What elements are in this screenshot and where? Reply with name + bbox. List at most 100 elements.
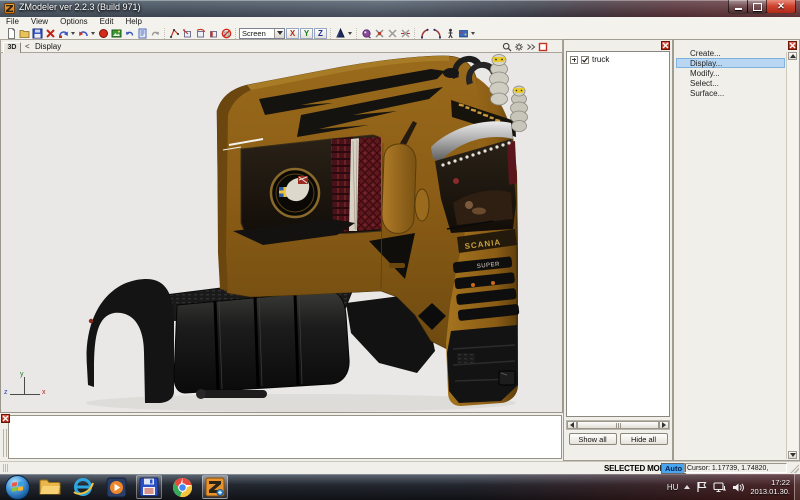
scene-tree-list[interactable]: truck <box>566 51 670 417</box>
viewport-header: 3D < Display <box>0 39 563 53</box>
scroll-up-icon[interactable] <box>788 52 797 60</box>
command-panel-scrollbar[interactable] <box>786 52 798 459</box>
pivot-tool-icon[interactable] <box>168 28 180 39</box>
new-file-icon[interactable] <box>5 28 17 39</box>
axis-y-button[interactable]: Y <box>300 28 313 39</box>
output-panel-close-button[interactable] <box>1 414 10 423</box>
show-desktop-button[interactable] <box>794 474 800 500</box>
redo-dropdown-icon[interactable] <box>71 32 75 35</box>
snapshot-icon[interactable] <box>110 28 122 39</box>
scrollbar-thumb[interactable] <box>577 421 659 429</box>
tray-expand-icon[interactable] <box>684 485 690 489</box>
menu-edit[interactable]: Edit <box>94 17 120 27</box>
menu-file[interactable]: File <box>0 17 25 27</box>
scene-tree-close-button[interactable] <box>661 41 670 50</box>
status-auto-badge[interactable]: Auto <box>661 463 686 474</box>
command-display[interactable]: Display... <box>676 58 785 68</box>
menu-options[interactable]: Options <box>54 17 94 27</box>
cone-tool-icon[interactable] <box>334 28 346 39</box>
minimize-button[interactable] <box>728 0 748 14</box>
taskbar-clock[interactable]: 17:22 2013.01.30. <box>750 478 790 496</box>
screen-selector-value: Screen <box>240 29 274 38</box>
command-create[interactable]: Create... <box>676 48 785 58</box>
taskbar-floppy-app[interactable] <box>136 475 162 499</box>
expand-plus-icon[interactable] <box>570 56 578 64</box>
redo-icon[interactable] <box>57 28 69 39</box>
undo-icon[interactable] <box>77 28 89 39</box>
zmodeler-icon <box>205 477 225 497</box>
bones-tool-icon[interactable] <box>418 28 430 39</box>
taskbar-zmodeler[interactable] <box>202 475 228 499</box>
command-select[interactable]: Select... <box>676 78 785 88</box>
viewport-view-name[interactable]: Display <box>35 42 61 51</box>
command-surface[interactable]: Surface... <box>676 88 785 98</box>
open-file-icon[interactable] <box>18 28 30 39</box>
cone-dropdown-icon[interactable] <box>348 32 352 35</box>
screen-selector-dropdown[interactable] <box>274 29 284 38</box>
rotate-box-icon[interactable] <box>194 28 206 39</box>
bones-edit-icon[interactable] <box>431 28 443 39</box>
undo-small-icon[interactable] <box>123 28 135 39</box>
speaker-icon[interactable] <box>732 482 744 493</box>
taskbar-chrome[interactable] <box>169 475 195 499</box>
scroll-left-icon[interactable] <box>567 421 577 429</box>
taskbar-explorer[interactable] <box>37 475 63 499</box>
record-icon[interactable] <box>97 28 109 39</box>
weld-vertices-icon[interactable] <box>373 28 385 39</box>
show-all-button[interactable]: Show all <box>569 433 617 445</box>
network-icon[interactable] <box>713 482 726 493</box>
viewport-mode-button[interactable]: 3D <box>3 42 21 54</box>
status-grip <box>3 464 4 472</box>
scale-box-icon[interactable] <box>207 28 219 39</box>
viewport-3d[interactable]: SCANIA SUPER y z x <box>0 53 563 413</box>
command-modify[interactable]: Modify... <box>676 68 785 78</box>
axis-tool-group: Screen X Y Z <box>235 28 330 39</box>
local-axes-box-icon[interactable] <box>181 28 193 39</box>
viewport-header-icons <box>502 42 548 52</box>
scroll-right-icon[interactable] <box>659 421 669 429</box>
truck-model: SCANIA SUPER <box>1 53 563 413</box>
bones-dropdown-icon[interactable] <box>471 32 475 35</box>
notes-icon[interactable] <box>136 28 148 39</box>
screen-selector[interactable]: Screen <box>239 28 285 39</box>
tree-horizontal-scrollbar[interactable] <box>566 420 670 430</box>
viewport-back-button[interactable]: < <box>25 42 30 51</box>
zoom-icon[interactable] <box>502 42 512 52</box>
skeleton-tool-icon[interactable] <box>444 28 456 39</box>
maximize-view-icon[interactable] <box>538 42 548 52</box>
windows-flag-icon <box>12 481 23 492</box>
output-panel-content[interactable] <box>8 415 562 459</box>
menu-help[interactable]: Help <box>119 17 147 27</box>
menu-view[interactable]: View <box>25 17 54 27</box>
break-vertices-icon[interactable] <box>399 28 411 39</box>
taskbar-media-player[interactable] <box>103 475 129 499</box>
hide-all-button[interactable]: Hide all <box>620 433 668 445</box>
taskbar-internet-explorer[interactable] <box>70 475 96 499</box>
tree-item-truck[interactable]: truck <box>567 52 669 64</box>
start-button[interactable] <box>5 475 30 500</box>
action-center-flag-icon[interactable] <box>696 481 707 493</box>
redo-gray-icon[interactable] <box>149 28 161 39</box>
maximize-button[interactable] <box>747 0 767 14</box>
gizmo-vertical-axis <box>24 377 25 394</box>
undo-dropdown-icon[interactable] <box>91 32 95 35</box>
language-indicator[interactable]: HU <box>667 483 679 492</box>
settings-gear-icon[interactable] <box>514 42 524 52</box>
disable-gizmo-icon[interactable] <box>220 28 232 39</box>
skin-tool-icon[interactable] <box>457 28 469 39</box>
pan-arrows-icon[interactable] <box>526 42 536 52</box>
resize-grip[interactable] <box>790 464 799 473</box>
view-manipulate-icon[interactable] <box>360 28 372 39</box>
title-bar[interactable]: ZModeler ver 2.2.3 (Build 971) ✕ <box>0 0 800 17</box>
save-icon[interactable] <box>31 28 43 39</box>
axis-x-button[interactable]: X <box>286 28 299 39</box>
detach-vertices-icon[interactable] <box>386 28 398 39</box>
scroll-down-icon[interactable] <box>788 451 797 459</box>
command-panel-close-button[interactable] <box>788 41 797 50</box>
axis-z-button[interactable]: Z <box>314 28 327 39</box>
visibility-checkbox[interactable] <box>581 56 589 64</box>
output-panel-grip[interactable] <box>3 429 4 457</box>
close-button[interactable]: ✕ <box>766 0 796 14</box>
delete-icon[interactable] <box>44 28 56 39</box>
close-icon: ✕ <box>777 2 785 11</box>
